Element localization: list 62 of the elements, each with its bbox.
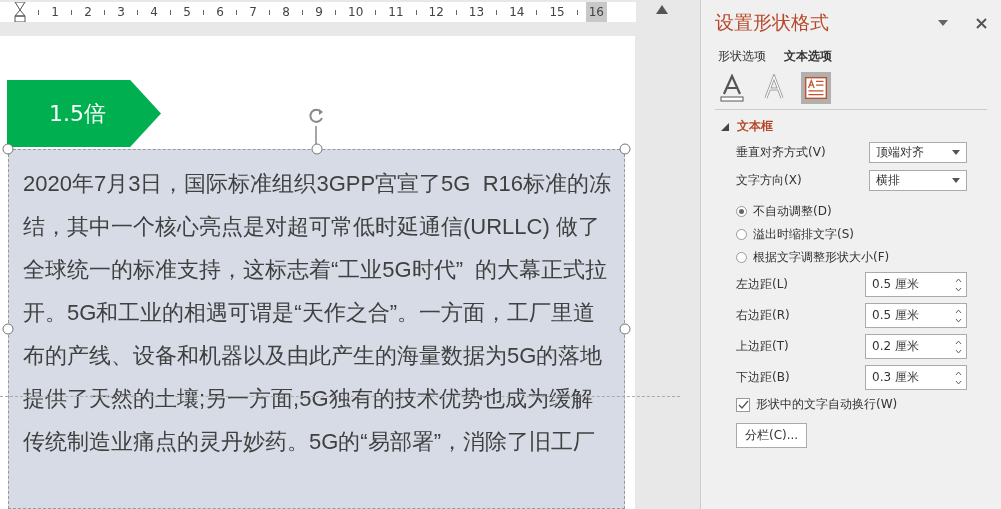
radio-button[interactable]	[736, 229, 747, 240]
ruler-number: 1	[51, 5, 59, 19]
radio-button[interactable]	[736, 206, 747, 217]
indent-marker-icon[interactable]	[14, 2, 26, 22]
ruler-number: 6	[216, 5, 224, 19]
panel-title: 设置形状格式	[715, 10, 830, 35]
spin-arrows-icon[interactable]	[955, 276, 962, 293]
dropdown[interactable]: 顶端对齐	[869, 142, 967, 163]
spin-field[interactable]: 0.3 厘米	[865, 365, 967, 390]
ruler-number: 2	[84, 5, 92, 19]
section-title: 文本框	[737, 118, 773, 135]
scroll-up-icon[interactable]	[656, 5, 668, 14]
ruler-number: 16	[585, 2, 607, 22]
dropdown-caret-icon	[952, 150, 960, 155]
resize-handle[interactable]	[2, 323, 14, 335]
field-label: 下边距(B)	[736, 369, 790, 386]
ruler-number: 10	[348, 5, 364, 19]
resize-handle[interactable]	[311, 143, 322, 155]
close-icon[interactable]	[976, 17, 987, 29]
field-label: 垂直对齐方式(V)	[736, 144, 826, 161]
ruler-number: 15	[549, 5, 565, 19]
ruler-number: 11	[388, 5, 404, 19]
resize-handle[interactable]	[2, 143, 14, 155]
dropdown[interactable]: 横排	[869, 170, 967, 191]
spin-field[interactable]: 0.2 厘米	[865, 334, 967, 359]
text-fill-icon[interactable]	[719, 74, 745, 102]
dropdown-caret-icon[interactable]	[938, 20, 948, 26]
collapse-triangle-icon	[721, 122, 729, 131]
radio-option[interactable]: 根据文字调整形状大小(F)	[736, 249, 987, 266]
radio-option[interactable]: 不自动调整(D)	[736, 203, 987, 220]
ruler-number: 14	[509, 5, 525, 19]
ruler-number: 7	[249, 5, 257, 19]
spin-arrows-icon[interactable]	[955, 338, 962, 355]
resize-handle[interactable]	[619, 323, 631, 335]
spin-arrows-icon[interactable]	[955, 307, 962, 324]
columns-button[interactable]: 分栏(C)...	[736, 423, 808, 448]
ruler-number: 13	[468, 5, 485, 19]
field-label: 右边距(R)	[736, 307, 790, 324]
text-box-icon[interactable]	[801, 72, 831, 104]
arrow-tag: 1.5倍	[7, 80, 161, 147]
ruler-number: 5	[183, 5, 191, 19]
dropdown-caret-icon	[952, 178, 960, 183]
resize-handle[interactable]	[619, 143, 631, 155]
ruler-number: 4	[150, 5, 158, 19]
spin-field[interactable]: 0.5 厘米	[865, 303, 967, 328]
radio-button[interactable]	[736, 252, 747, 263]
ruler-number: 3	[117, 5, 125, 19]
field-label: 左边距(L)	[736, 276, 789, 293]
ruler-number: 8	[282, 5, 290, 19]
panel-tab[interactable]: 文本选项	[781, 48, 835, 65]
checkbox[interactable]	[736, 397, 750, 412]
radio-option[interactable]: 溢出时缩排文字(S)	[736, 226, 987, 243]
spin-arrows-icon[interactable]	[955, 369, 962, 386]
field-label: 上边距(T)	[736, 338, 789, 355]
spin-field[interactable]: 0.5 厘米	[865, 272, 967, 297]
ruler-number: 12	[428, 5, 444, 19]
ruler-number: 9	[315, 5, 323, 19]
panel-tab[interactable]: 形状选项	[715, 48, 769, 65]
section-header[interactable]: 文本框	[721, 118, 987, 135]
rotate-handle-icon[interactable]	[306, 106, 326, 146]
checkbox-option[interactable]: 形状中的文字自动换行(W)	[736, 396, 987, 413]
field-label: 文字方向(X)	[736, 172, 802, 189]
